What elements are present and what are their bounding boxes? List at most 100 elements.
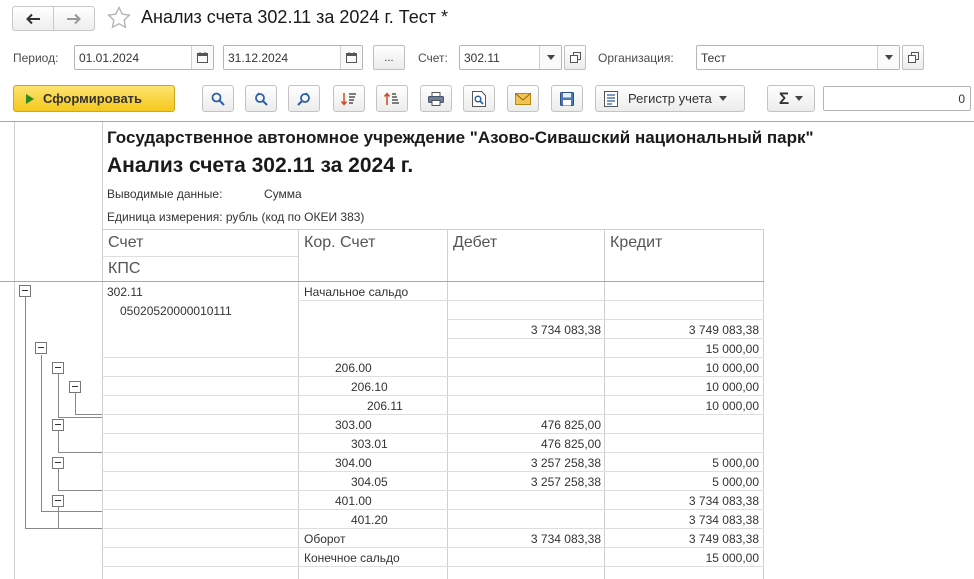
favorite-star-icon[interactable] [106,5,132,31]
envelope-icon [515,92,531,105]
corr-account-cell: 303.00 [335,418,372,432]
organization-open-button[interactable] [902,45,924,70]
date-from-field[interactable]: 01.01.2024 [74,45,214,70]
chevron-down-icon [884,55,893,60]
tree-line [58,431,59,453]
expand-all-button[interactable] [333,85,365,112]
grid-line [102,547,764,548]
credit-cell: 5 000,00 [712,456,759,470]
search-previous-icon [297,92,310,106]
credit-cell: 10 000,00 [705,380,759,394]
kps-cell: 05020520000010111 [120,304,232,318]
grid-line [102,376,764,377]
credit-cell: 3 749 083,38 [688,532,759,546]
back-button[interactable] [13,7,53,30]
generate-button-label: Сформировать [43,91,143,106]
tree-line [41,511,102,512]
account-dropdown-button[interactable] [539,46,561,69]
organization-name: Государственное автономное учреждение "А… [107,128,814,147]
grid-line [102,229,764,230]
corr-account-cell: 206.00 [335,361,372,375]
open-window-icon [907,52,919,63]
credit-cell: 15 000,00 [705,342,759,356]
forward-button[interactable] [53,7,94,30]
find-previous-button[interactable] [288,85,320,112]
tree-collapse-toggle[interactable] [35,342,47,354]
period-label: Период: [13,51,59,65]
search-button[interactable] [202,85,234,112]
grid-line [102,566,764,567]
account-field[interactable]: 302.11 [459,45,562,70]
debit-cell: 3 257 258,38 [530,475,601,489]
corr-account-cell: Конечное сальдо [304,551,400,565]
debit-cell: 3 734 083,38 [530,323,601,337]
header-bottom-border [0,281,764,282]
tree-collapse-toggle[interactable] [52,419,64,431]
grid-line [447,338,764,339]
tree-collapse-toggle[interactable] [69,381,81,393]
search-next-icon [255,92,268,106]
unit-label: Единица измерения: рубль (код по ОКЕИ 38… [107,210,365,224]
floppy-disk-icon [560,91,574,106]
collapse-all-button[interactable] [376,85,408,112]
grid-line [102,256,298,257]
grid-line [102,528,764,529]
find-next-button[interactable] [245,85,277,112]
organization-dropdown-button[interactable] [877,46,899,69]
preview-button[interactable] [463,85,495,112]
corr-account-cell: Начальное сальдо [304,285,409,299]
column-header-corr-account: Кор. Счет [304,234,376,251]
grid-line [102,452,764,453]
tree-line [58,417,102,418]
organization-label: Организация: [598,51,674,65]
sum-value: 0 [958,92,965,106]
date-to-field[interactable]: 31.12.2024 [223,45,363,70]
corr-account-cell: Оборот [304,532,346,546]
navigation-buttons [12,6,95,31]
tree-line [58,469,59,491]
play-icon [26,93,34,104]
column-header-kps: КПС [108,260,141,277]
account-open-button[interactable] [564,45,586,70]
debit-cell: 476 825,00 [540,437,601,451]
generate-button[interactable]: Сформировать [13,85,175,112]
tree-collapse-toggle[interactable] [52,457,64,469]
send-email-button[interactable] [507,85,539,112]
organization-field[interactable]: Тест [696,45,900,70]
accounting-register-button[interactable]: Регистр учета [595,85,745,112]
date-from-value: 01.01.2024 [79,51,140,65]
tree-collapse-toggle[interactable] [19,285,31,297]
debit-cell: 3 734 083,38 [530,532,601,546]
sum-value-field: 0 [823,86,971,111]
grid-line [102,414,764,415]
output-data-value: Сумма [264,187,302,201]
organization-value: Тест [701,51,726,65]
tree-line [58,490,102,491]
account-cell: 302.11 [107,285,143,299]
corr-account-cell: 303.01 [351,437,388,451]
chevron-down-icon [795,96,804,101]
calendar-from-button[interactable] [191,46,213,69]
calendar-to-button[interactable] [340,46,362,69]
print-button[interactable] [420,85,452,112]
period-select-button[interactable]: ... [373,45,405,70]
sigma-icon: Σ [778,88,790,108]
grid-line [447,319,764,320]
corr-account-cell: 206.11 [367,399,403,413]
tree-line [41,355,42,512]
column-header-account: Счет [108,234,144,251]
credit-cell: 3 734 083,38 [688,513,759,527]
credit-cell: 10 000,00 [705,361,759,375]
save-button[interactable] [551,85,583,112]
tree-collapse-toggle[interactable] [52,495,64,507]
column-header-debit: Дебет [453,234,498,251]
grid-line [102,509,764,510]
tree-collapse-toggle[interactable] [52,362,64,374]
grid-line [102,395,764,396]
credit-cell: 3 734 083,38 [688,494,759,508]
grid-line [102,357,764,358]
sum-button[interactable]: Σ [767,85,815,112]
account-value: 302.11 [464,51,500,65]
corr-account-cell: 401.00 [335,494,372,508]
sort-descending-icon [341,92,356,106]
